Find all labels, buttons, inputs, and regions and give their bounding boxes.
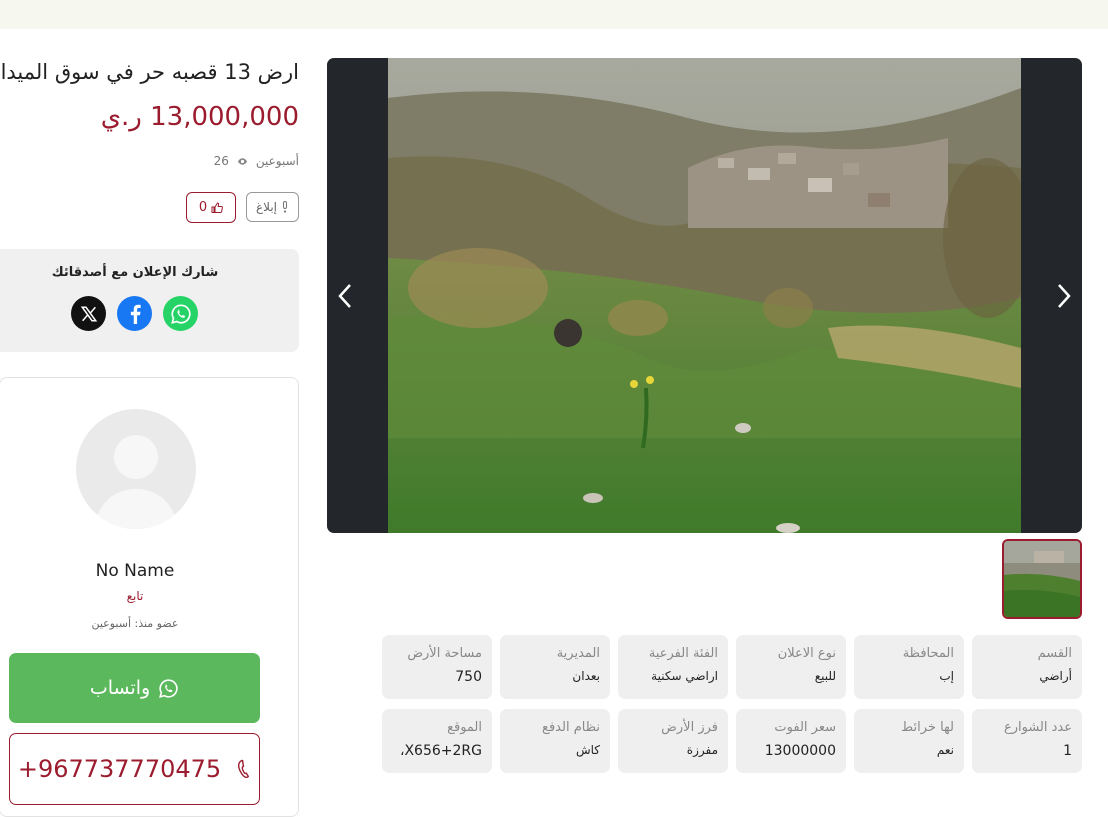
spec-land-area: مساحة الأرض 750 xyxy=(382,635,492,699)
avatar xyxy=(76,409,196,529)
spec-value: 1 xyxy=(1063,743,1072,759)
spec-label: الفئة الفرعية xyxy=(648,646,718,661)
seller-role[interactable]: تابع xyxy=(0,589,270,603)
spec-value: X656+2RG، xyxy=(399,743,482,759)
posted-time: أسبوعين xyxy=(255,154,299,168)
chevron-left-icon xyxy=(338,284,351,308)
spec-label: نوع الاعلان xyxy=(777,646,836,661)
spec-value: مفرزة xyxy=(686,743,718,757)
listing-actions: إبلاغ 0 xyxy=(186,192,299,223)
spec-value: 750 xyxy=(455,669,482,685)
eye-icon xyxy=(237,157,247,165)
top-bar xyxy=(0,0,1108,29)
spec-value: للبيع xyxy=(814,669,836,683)
spec-streets-count: عدد الشوارع 1 xyxy=(972,709,1082,773)
spec-value: إب xyxy=(939,669,954,683)
share-box: شارك الإعلان مع أصدقائك xyxy=(0,249,299,352)
share-icons xyxy=(71,296,198,331)
chevron-right-icon xyxy=(1058,284,1071,308)
spec-value: أراضي xyxy=(1039,669,1072,683)
whatsapp-icon xyxy=(170,303,191,324)
phone-number: +967737770475 xyxy=(17,755,222,783)
listing-price: 13,000,000 ر.ي xyxy=(100,102,299,132)
member-since: عضو منذ: أسبوعين xyxy=(91,617,179,630)
whatsapp-contact-button[interactable]: واتساب xyxy=(9,653,260,723)
phone-icon xyxy=(238,759,250,779)
thumbnail-image xyxy=(1004,541,1080,617)
specs-grid: القسم أراضي المحافظة إب نوع الاعلان للبيع ا… xyxy=(382,635,1082,773)
spec-label: لها خرائط xyxy=(901,720,954,735)
next-image-button[interactable] xyxy=(1052,280,1076,312)
spec-foot-price: سعر الفوت 13000000 xyxy=(736,709,846,773)
spec-value: نعم xyxy=(936,743,954,757)
spec-value: اراضي سكنية xyxy=(651,669,718,683)
spec-district: المديرية بعدان xyxy=(500,635,610,699)
spec-category: القسم أراضي xyxy=(972,635,1082,699)
whatsapp-share-button[interactable] xyxy=(163,296,198,331)
spec-value: 13000000 xyxy=(764,743,836,759)
spec-has-maps: لها خرائط نعم xyxy=(854,709,964,773)
spec-label: المحافظة xyxy=(902,646,954,661)
alert-icon xyxy=(283,201,287,213)
listing-title: ارض 13 قصبه حر في سوق الميدان xyxy=(0,60,299,84)
spec-label: الموقع xyxy=(447,720,482,735)
thumbs-up-icon xyxy=(211,201,224,213)
image-gallery xyxy=(327,58,1082,533)
share-title: شارك الإعلان مع أصدقائك xyxy=(51,265,219,280)
spec-label: عدد الشوارع xyxy=(1003,720,1072,735)
x-icon xyxy=(80,306,97,321)
spec-label: سعر الفوت xyxy=(774,720,836,735)
spec-value: كاش xyxy=(575,743,600,757)
whatsapp-label: واتساب xyxy=(89,677,151,699)
spec-ad-type: نوع الاعلان للبيع xyxy=(736,635,846,699)
seller-name: No Name xyxy=(95,561,175,581)
spec-subcategory: الفئة الفرعية اراضي سكنية xyxy=(618,635,728,699)
listing-meta: أسبوعين 26 xyxy=(214,154,299,168)
facebook-icon xyxy=(130,304,141,324)
previous-image-button[interactable] xyxy=(333,280,357,312)
spec-label: فرز الأرض xyxy=(661,720,718,735)
views-count: 26 xyxy=(213,154,229,168)
spec-label: المديرية xyxy=(556,646,600,661)
spec-label: القسم xyxy=(1037,646,1072,661)
spec-location: الموقع X656+2RG، xyxy=(382,709,492,773)
likes-count: 0 xyxy=(198,200,208,215)
facebook-share-button[interactable] xyxy=(117,296,152,331)
user-placeholder-icon xyxy=(94,435,178,529)
spec-payment-system: نظام الدفع كاش xyxy=(500,709,610,773)
gallery-thumbnail[interactable] xyxy=(1002,539,1082,619)
like-button[interactable]: 0 xyxy=(186,192,236,223)
x-share-button[interactable] xyxy=(71,296,106,331)
whatsapp-icon xyxy=(159,678,178,698)
report-label: إبلاغ xyxy=(256,200,277,214)
spec-label: مساحة الأرض xyxy=(407,646,482,661)
spec-governorate: المحافظة إب xyxy=(854,635,964,699)
listing-photo[interactable] xyxy=(388,58,1021,533)
spec-land-sorting: فرز الأرض مفرزة xyxy=(618,709,728,773)
report-button[interactable]: إبلاغ xyxy=(246,192,299,222)
phone-call-button[interactable]: +967737770475 xyxy=(9,733,260,805)
spec-label: نظام الدفع xyxy=(542,720,600,735)
spec-value: بعدان xyxy=(572,669,600,683)
